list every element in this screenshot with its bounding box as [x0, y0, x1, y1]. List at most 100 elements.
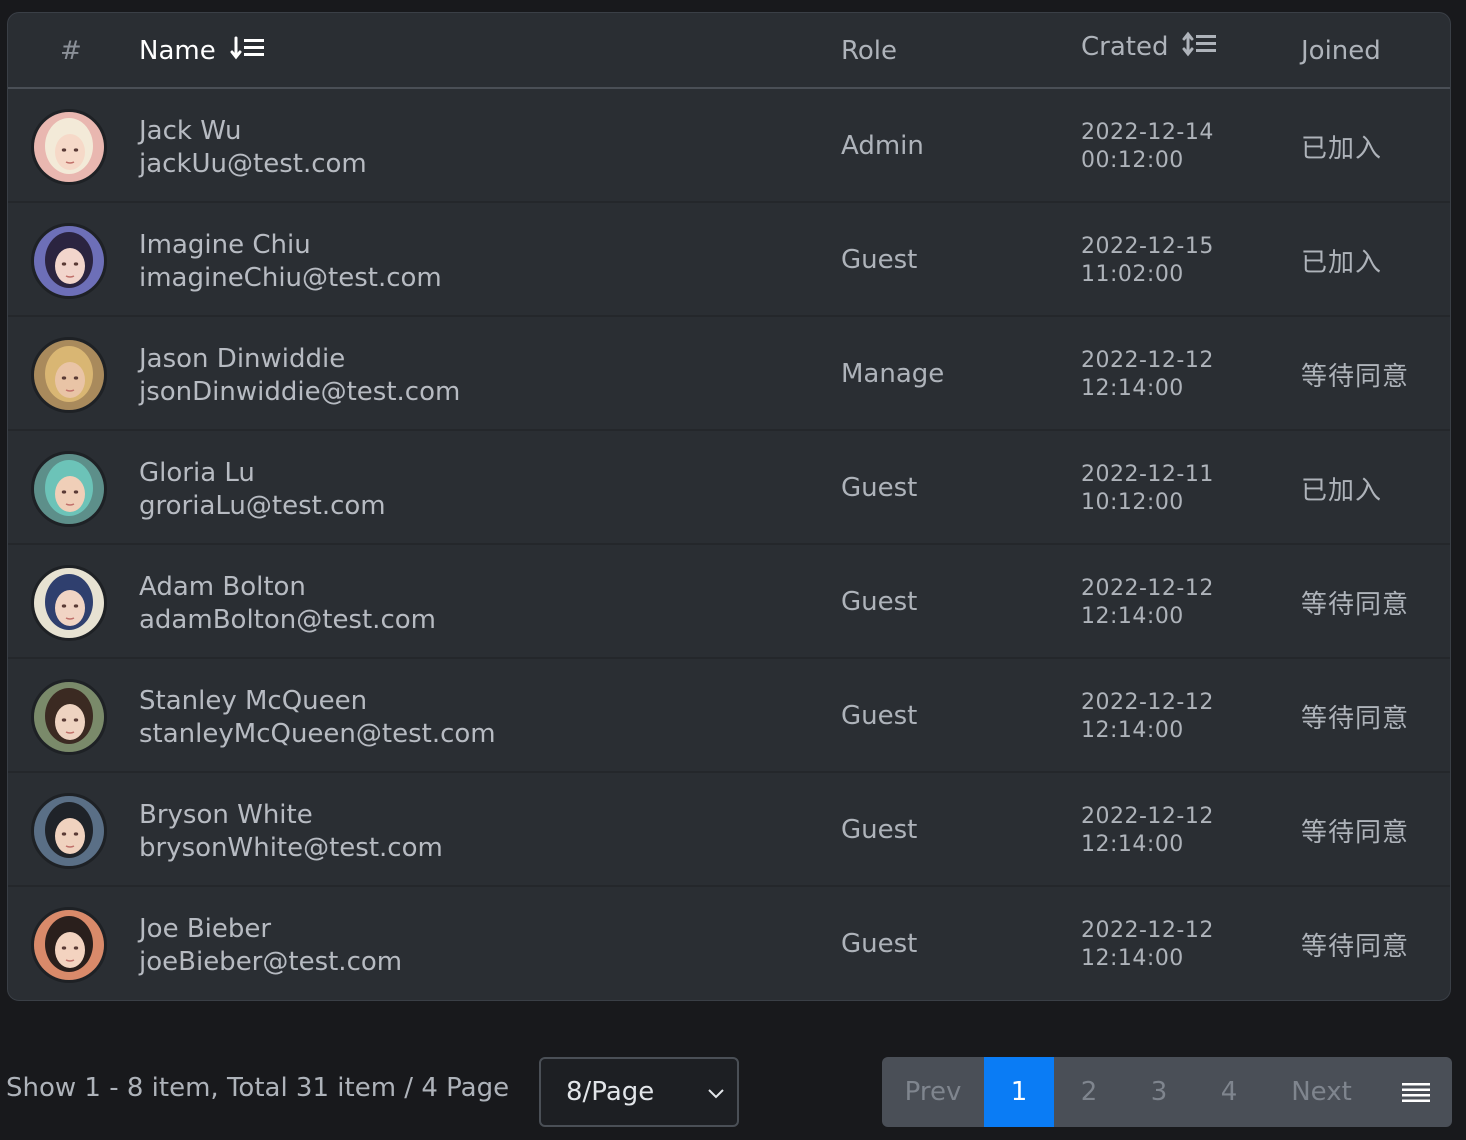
- page-button-3[interactable]: 3: [1124, 1057, 1194, 1127]
- page-button-1[interactable]: 1: [984, 1057, 1054, 1127]
- table-row: Imagine Chiu imagineChiu@test.com Guest …: [8, 203, 1450, 317]
- created-time: 12:14:00: [1081, 946, 1184, 971]
- user-name: Joe Bieber: [139, 914, 272, 944]
- created-date: 2022-12-12: [1081, 576, 1214, 601]
- created-time: 12:14:00: [1081, 376, 1184, 401]
- page-button-4[interactable]: 4: [1194, 1057, 1264, 1127]
- prev-button[interactable]: Prev: [882, 1057, 984, 1127]
- created-time: 12:14:00: [1081, 718, 1184, 743]
- avatar: [31, 679, 107, 755]
- created-datetime: 2022-12-15 11:02:00: [1081, 233, 1214, 289]
- header-role: Role: [841, 36, 898, 66]
- user-name: Jason Dinwiddie: [139, 344, 346, 374]
- created-datetime: 2022-12-12 12:14:00: [1081, 689, 1214, 745]
- created-datetime: 2022-12-12 12:14:00: [1081, 347, 1214, 403]
- sort-desc-list-icon[interactable]: [230, 35, 266, 68]
- user-email: jackUu@test.com: [139, 149, 367, 179]
- table-header: # Name Role Crated Joined: [8, 13, 1450, 89]
- user-role: Guest: [841, 473, 918, 503]
- pagination: Prev 1 2 3 4 Next: [882, 1057, 1452, 1127]
- created-datetime: 2022-12-12 12:14:00: [1081, 917, 1214, 973]
- created-date: 2022-12-12: [1081, 348, 1214, 373]
- user-email: jsonDinwiddie@test.com: [139, 377, 461, 407]
- user-name: Bryson White: [139, 800, 313, 830]
- joined-status: 等待同意: [1301, 931, 1410, 962]
- page-size-select[interactable]: 8/Page: [539, 1057, 739, 1127]
- joined-status: 等待同意: [1301, 817, 1410, 848]
- user-role: Guest: [841, 587, 918, 617]
- created-time: 00:12:00: [1081, 148, 1184, 173]
- created-date: 2022-12-14: [1081, 120, 1214, 145]
- header-joined: Joined: [1301, 36, 1381, 66]
- created-date: 2022-12-12: [1081, 690, 1214, 715]
- sort-both-list-icon[interactable]: [1182, 31, 1218, 64]
- table-row: Stanley McQueen stanleyMcQueen@test.com …: [8, 659, 1450, 773]
- avatar: [31, 223, 107, 299]
- user-role: Admin: [841, 131, 924, 161]
- avatar: [31, 565, 107, 641]
- joined-status: 已加入: [1301, 133, 1383, 164]
- header-crated[interactable]: Crated: [1081, 13, 1218, 85]
- table-row: Jason Dinwiddie jsonDinwiddie@test.com M…: [8, 317, 1450, 431]
- chevron-down-icon: [705, 1081, 727, 1111]
- created-time: 11:02:00: [1081, 262, 1184, 287]
- user-email: groriaLu@test.com: [139, 491, 386, 521]
- created-datetime: 2022-12-14 00:12:00: [1081, 119, 1214, 175]
- joined-status: 已加入: [1301, 475, 1383, 506]
- user-name: Jack Wu: [139, 116, 242, 146]
- created-date: 2022-12-12: [1081, 918, 1214, 943]
- created-date: 2022-12-11: [1081, 462, 1214, 487]
- menu-icon[interactable]: [1379, 1057, 1452, 1127]
- user-email: brysonWhite@test.com: [139, 833, 443, 863]
- header-name[interactable]: Name: [139, 13, 266, 89]
- pagination-summary: Show 1 - 8 item, Total 31 item / 4 Page: [6, 1073, 510, 1103]
- user-role: Manage: [841, 359, 945, 389]
- created-date: 2022-12-15: [1081, 234, 1214, 259]
- created-time: 12:14:00: [1081, 832, 1184, 857]
- user-cell: Jason Dinwiddie jsonDinwiddie@test.com: [139, 343, 460, 409]
- header-index: #: [60, 36, 82, 66]
- avatar: [31, 793, 107, 869]
- user-table: # Name Role Crated Joined Jack Wu jackUu…: [7, 12, 1451, 1001]
- table-row: Joe Bieber joeBieber@test.com Guest 2022…: [8, 887, 1450, 1000]
- user-email: imagineChiu@test.com: [139, 263, 442, 293]
- table-row: Jack Wu jackUu@test.com Admin 2022-12-14…: [8, 89, 1450, 203]
- user-role: Guest: [841, 245, 918, 275]
- header-name-label: Name: [139, 36, 216, 66]
- joined-status: 等待同意: [1301, 361, 1410, 392]
- table-row: Gloria Lu groriaLu@test.com Guest 2022-1…: [8, 431, 1450, 545]
- created-date: 2022-12-12: [1081, 804, 1214, 829]
- created-time: 12:14:00: [1081, 604, 1184, 629]
- user-cell: Jack Wu jackUu@test.com: [139, 115, 367, 181]
- avatar: [31, 451, 107, 527]
- user-cell: Bryson White brysonWhite@test.com: [139, 799, 443, 865]
- created-time: 10:12:00: [1081, 490, 1184, 515]
- user-email: stanleyMcQueen@test.com: [139, 719, 496, 749]
- table-row: Adam Bolton adamBolton@test.com Guest 20…: [8, 545, 1450, 659]
- user-name: Adam Bolton: [139, 572, 306, 602]
- created-datetime: 2022-12-11 10:12:00: [1081, 461, 1214, 517]
- joined-status: 已加入: [1301, 247, 1383, 278]
- user-cell: Joe Bieber joeBieber@test.com: [139, 913, 402, 979]
- avatar: [31, 337, 107, 413]
- page-button-2[interactable]: 2: [1054, 1057, 1124, 1127]
- user-name: Imagine Chiu: [139, 230, 311, 260]
- header-crated-label: Crated: [1081, 32, 1169, 62]
- user-email: adamBolton@test.com: [139, 605, 436, 635]
- user-name: Gloria Lu: [139, 458, 255, 488]
- user-cell: Stanley McQueen stanleyMcQueen@test.com: [139, 685, 496, 751]
- user-role: Guest: [841, 929, 918, 959]
- user-name: Stanley McQueen: [139, 686, 368, 716]
- avatar: [31, 907, 107, 983]
- next-button[interactable]: Next: [1264, 1057, 1379, 1127]
- page-size-value: 8/Page: [566, 1077, 655, 1107]
- user-cell: Adam Bolton adamBolton@test.com: [139, 571, 436, 637]
- avatar: [31, 109, 107, 185]
- user-role: Guest: [841, 815, 918, 845]
- created-datetime: 2022-12-12 12:14:00: [1081, 575, 1214, 631]
- user-cell: Gloria Lu groriaLu@test.com: [139, 457, 386, 523]
- joined-status: 等待同意: [1301, 703, 1410, 734]
- user-role: Guest: [841, 701, 918, 731]
- joined-status: 等待同意: [1301, 589, 1410, 620]
- created-datetime: 2022-12-12 12:14:00: [1081, 803, 1214, 859]
